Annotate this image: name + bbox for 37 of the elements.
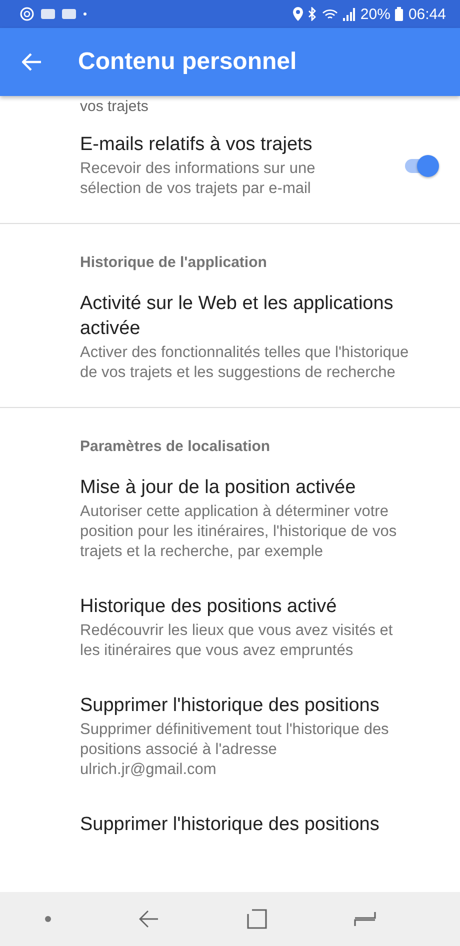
settings-item[interactable]: Activité sur le Web et les applications activée Activer des fonctionnalités telles que l'historique de vos trajets et les suggestions de recherche <box>0 275 460 399</box>
back-icon[interactable] <box>139 910 160 928</box>
item-description: Recevoir des informations sur une sélection de vos trajets par e-mail <box>80 159 316 199</box>
settings-item[interactable]: Supprimer l'historique des positions Supprimer définitivement tout l'historique des positions associé à l'adresse ulrich.jr@gmail.com <box>0 677 460 796</box>
toggle-switch[interactable] <box>403 154 439 176</box>
dot-icon <box>83 12 87 16</box>
item-title: Historique des positions activé <box>80 595 338 619</box>
battery-icon <box>395 7 404 21</box>
settings-item[interactable]: Supprimer l'historique des positions <box>0 796 460 841</box>
section-header: Historique de l'application <box>79 253 268 273</box>
settings-item[interactable]: Mise à jour de la position activée Autoriser cette application à déterminer votre position pour les itinéraires, l'historique de vos trajets et la recherche, par exemple <box>0 459 460 578</box>
item-description: Autoriser cette application à déterminer votre position pour les itinéraires, l'historique de vos trajets et la recherche, par exemple <box>80 502 398 562</box>
wifi-icon <box>322 8 338 20</box>
clock: 06:44 <box>408 6 446 22</box>
signal-icon <box>343 8 356 20</box>
item-title: Supprimer l'historique des positions <box>80 813 380 837</box>
item-description: vos trajets <box>80 98 148 115</box>
item-title: Mise à jour de la position activée <box>80 476 357 500</box>
item-description: Supprimer définitivement tout l'historique des positions associé à l'adresse ulrich.jr@gmail.com <box>80 720 390 780</box>
notification-icon <box>62 9 76 19</box>
item-title: Supprimer l'historique des positions <box>80 694 380 718</box>
item-title: E-mails relatifs à vos trajets <box>80 133 314 157</box>
battery-percentage: 20% <box>360 6 390 22</box>
item-description: Redécouvrir les lieux que vous avez visités et les itinéraires que vous avez empruntés <box>80 621 394 661</box>
section-header: Paramètres de localisation <box>79 437 272 457</box>
location-icon <box>293 7 304 21</box>
power-icon <box>20 7 34 21</box>
item-title: Activité sur le Web et les applications activée <box>80 292 394 341</box>
item-description: Activer des fonctionnalités telles que l'historique de vos trajets et les suggestions de recherche <box>80 343 410 383</box>
recent-apps-icon[interactable] <box>354 911 376 927</box>
settings-item[interactable]: E-mails relatifs à vos trajets Recevoir des informations sur une sélection de vos trajets par e-mail <box>0 116 460 215</box>
settings-item[interactable]: Historique des positions activé Redécouvrir les lieux que vous avez visités et les itinéraires que vous avez empruntés <box>0 578 460 677</box>
home-icon[interactable] <box>246 909 267 929</box>
screen-title: Contenu personnel <box>78 48 297 76</box>
notification-icon <box>41 9 55 19</box>
bluetooth-icon <box>308 7 318 21</box>
dot-icon[interactable] <box>44 915 52 923</box>
